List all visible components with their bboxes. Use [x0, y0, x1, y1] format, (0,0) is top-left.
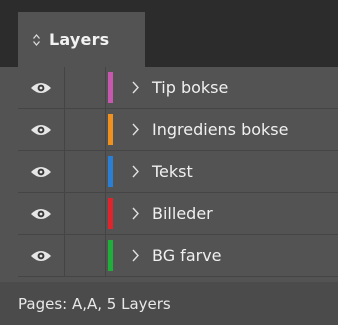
lock-toggle[interactable]	[65, 235, 106, 276]
eye-icon	[31, 250, 51, 261]
visibility-toggle[interactable]	[18, 67, 65, 108]
layer-color-swatch	[108, 156, 113, 187]
layer-color-swatch	[108, 198, 113, 229]
panel-tab-bar: Layers	[0, 0, 338, 67]
visibility-toggle[interactable]	[18, 109, 65, 150]
layer-row[interactable]: Tip bokse	[18, 67, 338, 109]
lock-toggle[interactable]	[65, 67, 106, 108]
layer-row[interactable]: Ingrediens bokse	[18, 109, 338, 151]
layer-color-swatch	[108, 114, 113, 145]
layer-row[interactable]: Billeder	[18, 193, 338, 235]
status-bar: Pages: A,A, 5 Layers	[0, 282, 338, 325]
eye-icon	[31, 208, 51, 219]
layer-color-swatch	[108, 240, 113, 271]
eye-icon	[31, 166, 51, 177]
chevron-right-icon[interactable]	[130, 247, 140, 264]
lock-toggle[interactable]	[65, 109, 106, 150]
layer-name[interactable]: Tip bokse	[152, 67, 228, 108]
layer-name[interactable]: BG farve	[152, 235, 222, 276]
layer-row[interactable]: BG farve	[18, 235, 338, 277]
layer-name[interactable]: Billeder	[152, 193, 213, 234]
status-text: Pages: A,A, 5 Layers	[18, 294, 171, 313]
layers-panel: Layers Tip bokse Ingrediens bokse Tekst …	[0, 0, 338, 325]
lock-toggle[interactable]	[65, 151, 106, 192]
chevron-right-icon[interactable]	[130, 205, 140, 222]
layer-row[interactable]: Tekst	[18, 151, 338, 193]
tab-label: Layers	[49, 30, 110, 49]
chevron-right-icon[interactable]	[130, 163, 140, 180]
tab-layers[interactable]: Layers	[18, 12, 145, 67]
layer-name[interactable]: Tekst	[152, 151, 193, 192]
visibility-toggle[interactable]	[18, 235, 65, 276]
layer-color-swatch	[108, 72, 113, 103]
layer-name[interactable]: Ingrediens bokse	[152, 109, 288, 150]
eye-icon	[31, 124, 51, 135]
sort-arrows-icon	[33, 33, 40, 46]
chevron-right-icon[interactable]	[130, 79, 140, 96]
chevron-right-icon[interactable]	[130, 121, 140, 138]
visibility-toggle[interactable]	[18, 193, 65, 234]
lock-toggle[interactable]	[65, 193, 106, 234]
layer-list: Tip bokse Ingrediens bokse Tekst Billede…	[18, 67, 338, 277]
eye-icon	[31, 82, 51, 93]
visibility-toggle[interactable]	[18, 151, 65, 192]
